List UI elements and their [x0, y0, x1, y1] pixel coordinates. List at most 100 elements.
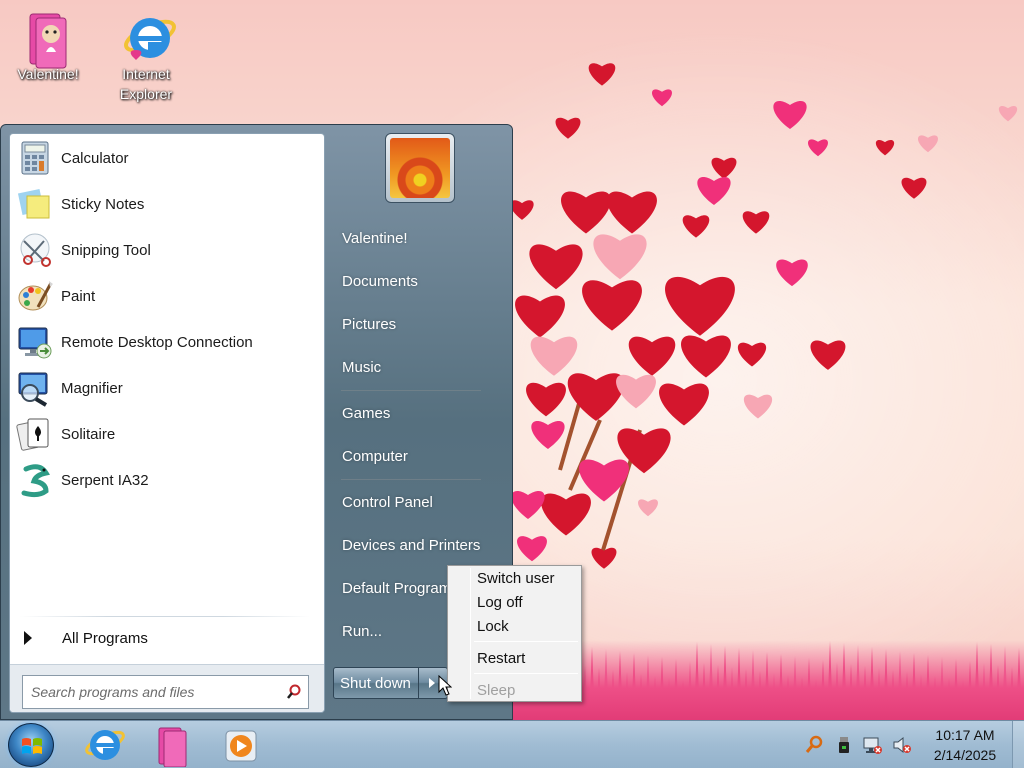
- search-icon[interactable]: [286, 684, 302, 700]
- program-magnifier[interactable]: Magnifier: [16, 366, 316, 410]
- menu-item-log-off[interactable]: Log off: [472, 590, 580, 614]
- heart-shape: [711, 157, 737, 179]
- network-icon[interactable]: [862, 735, 882, 755]
- right-item-devices-and-printers[interactable]: Devices and Printers: [333, 527, 498, 563]
- heart-shape: [510, 200, 534, 220]
- desktop-icon-valentine[interactable]: Valentine!: [8, 8, 88, 84]
- program-paint[interactable]: Paint: [16, 274, 316, 318]
- menu-item-lock[interactable]: Lock: [472, 614, 580, 638]
- internet-explorer-icon: [118, 8, 176, 64]
- magnifier-icon: [16, 369, 54, 407]
- serpent-icon: [16, 461, 54, 499]
- heart-shape: [743, 394, 773, 419]
- program-label: Paint: [61, 287, 96, 305]
- clock[interactable]: 10:17 AM 2/14/2025: [926, 725, 1004, 765]
- heart-shape: [638, 499, 658, 517]
- shut-down-button[interactable]: Shut down: [333, 667, 419, 699]
- menu-item-restart[interactable]: Restart: [472, 646, 580, 670]
- menu-item-sleep: Sleep: [477, 681, 516, 699]
- taskbar-media-player[interactable]: [214, 723, 268, 767]
- start-menu: Calculator Sticky Notes Snipping Tool Pa…: [0, 124, 513, 720]
- user-avatar[interactable]: [385, 133, 455, 203]
- heart-shape: [901, 177, 927, 199]
- heart-shape: [511, 490, 545, 519]
- heart-shape: [515, 295, 565, 338]
- heart-shape: [659, 383, 709, 426]
- search-input[interactable]: [23, 676, 273, 708]
- cards-icon: [16, 415, 54, 453]
- right-item-valentine[interactable]: Valentine!: [333, 220, 498, 256]
- heart-shape: [593, 234, 647, 280]
- clock-time: 10:17 AM: [935, 727, 995, 743]
- windows-logo-icon: [22, 738, 42, 754]
- show-desktop-button[interactable]: [1012, 721, 1024, 768]
- heart-shape: [541, 493, 591, 536]
- heart-shape: [526, 382, 566, 417]
- menu-item-switch-user[interactable]: Switch user: [472, 566, 580, 590]
- heart-shape: [776, 259, 808, 287]
- program-sticky-notes[interactable]: Sticky Notes: [16, 182, 316, 226]
- program-serpent-ia32[interactable]: Serpent IA32: [16, 458, 316, 502]
- heart-shape: [810, 340, 846, 370]
- program-remote-desktop[interactable]: Remote Desktop Connection: [16, 320, 316, 364]
- paint-palette-icon: [16, 277, 54, 315]
- heart-shape: [517, 536, 547, 562]
- program-calculator[interactable]: Calculator: [16, 136, 316, 180]
- program-label: Calculator: [61, 149, 129, 167]
- separator: [20, 616, 310, 617]
- right-item-documents[interactable]: Documents: [333, 263, 498, 299]
- heart-shape: [773, 100, 807, 129]
- start-button[interactable]: [8, 723, 54, 767]
- right-item-music[interactable]: Music: [333, 349, 498, 385]
- clock-date: 2/14/2025: [933, 747, 997, 763]
- program-label: Magnifier: [61, 379, 123, 397]
- heart-shape: [918, 135, 938, 153]
- right-item-games[interactable]: Games: [333, 395, 498, 431]
- heart-shape: [591, 547, 617, 569]
- right-item-control-panel[interactable]: Control Panel: [333, 484, 498, 520]
- program-label: Remote Desktop Connection: [61, 333, 253, 351]
- search-key-icon[interactable]: [804, 735, 824, 755]
- separator: [341, 479, 481, 480]
- heart-shape: [582, 280, 642, 331]
- heart-shape: [531, 420, 565, 449]
- all-programs-button[interactable]: All Programs: [18, 624, 318, 652]
- heart-shape: [808, 139, 828, 157]
- usb-device-icon[interactable]: [834, 735, 854, 755]
- right-item-computer[interactable]: Computer: [333, 438, 498, 474]
- menu-separator: [474, 673, 578, 674]
- heart-shape: [555, 117, 581, 139]
- all-programs-label: All Programs: [62, 629, 148, 647]
- valentine-folder-icon: [20, 8, 76, 69]
- separator: [341, 390, 481, 391]
- internet-explorer-icon: [85, 730, 125, 760]
- heart-shape: [682, 215, 710, 238]
- program-label: Snipping Tool: [61, 241, 151, 259]
- desktop-icon-label: Internet Explorer: [119, 66, 173, 102]
- program-label: Solitaire: [61, 425, 116, 443]
- heart-stem: [558, 399, 582, 471]
- heart-shape: [697, 176, 731, 205]
- arrow-right-icon: [429, 678, 435, 688]
- media-player-icon: [225, 730, 257, 762]
- heart-shape: [628, 336, 676, 376]
- taskbar-valentine-folder[interactable]: [146, 723, 200, 768]
- remote-desktop-icon: [16, 323, 54, 361]
- volume-muted-icon[interactable]: [892, 735, 912, 755]
- taskbar: 10:17 AM 2/14/2025: [0, 720, 1024, 768]
- valentine-folder-icon: [158, 727, 187, 768]
- program-solitaire[interactable]: Solitaire: [16, 412, 316, 456]
- search-area: [10, 664, 324, 712]
- flower-picture-icon: [390, 138, 450, 198]
- heart-shape: [529, 244, 583, 290]
- program-snipping-tool[interactable]: Snipping Tool: [16, 228, 316, 272]
- menu-separator: [474, 641, 578, 642]
- search-box[interactable]: [22, 675, 309, 709]
- taskbar-internet-explorer[interactable]: [78, 723, 132, 767]
- heart-shape: [616, 374, 656, 409]
- program-label: Serpent IA32: [61, 471, 149, 489]
- desktop-icon-internet-explorer[interactable]: Internet Explorer: [106, 8, 186, 104]
- heart-shape: [998, 105, 1018, 122]
- right-item-pictures[interactable]: Pictures: [333, 306, 498, 342]
- heart-shape: [530, 336, 578, 376]
